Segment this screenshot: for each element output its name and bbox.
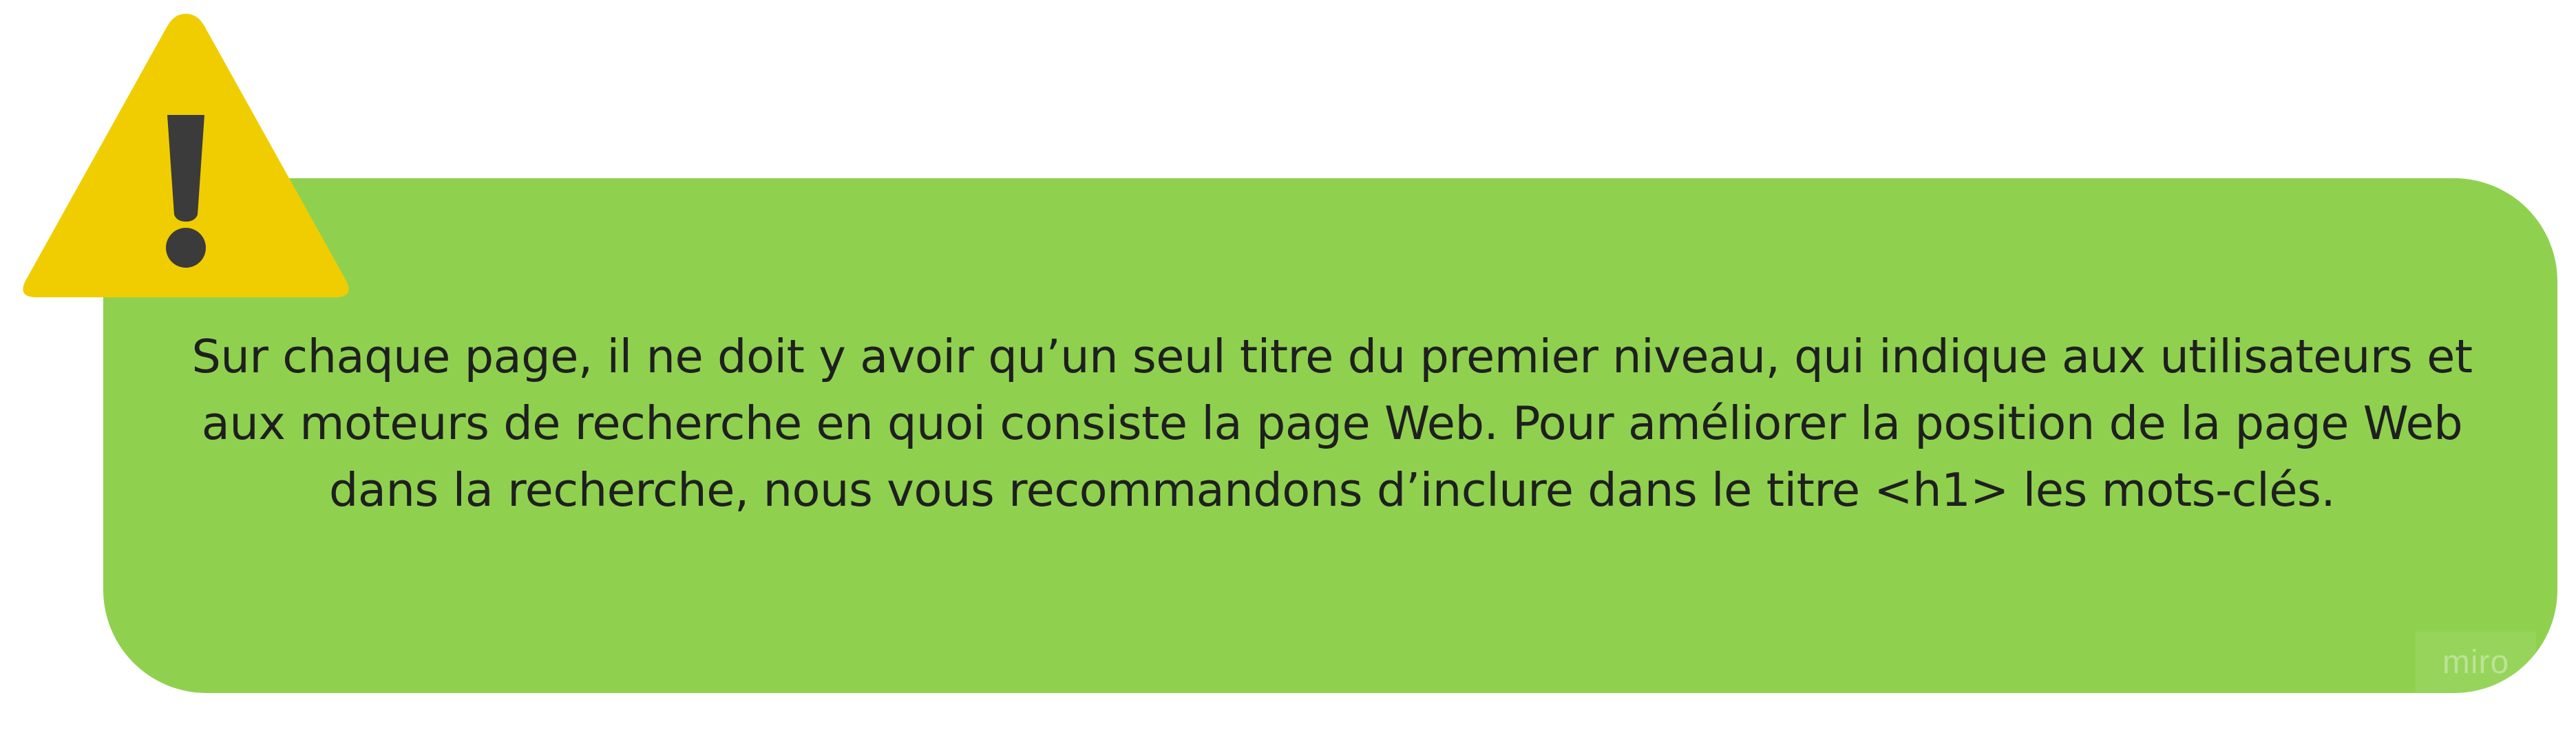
miro-watermark: miro <box>2416 632 2536 692</box>
callout-text: Sur chaque page, il ne doit y avoir qu’u… <box>191 330 2473 517</box>
warning-triangle-icon <box>23 14 349 297</box>
watermark-label: miro <box>2442 643 2510 681</box>
exclamation-dot <box>166 228 206 268</box>
